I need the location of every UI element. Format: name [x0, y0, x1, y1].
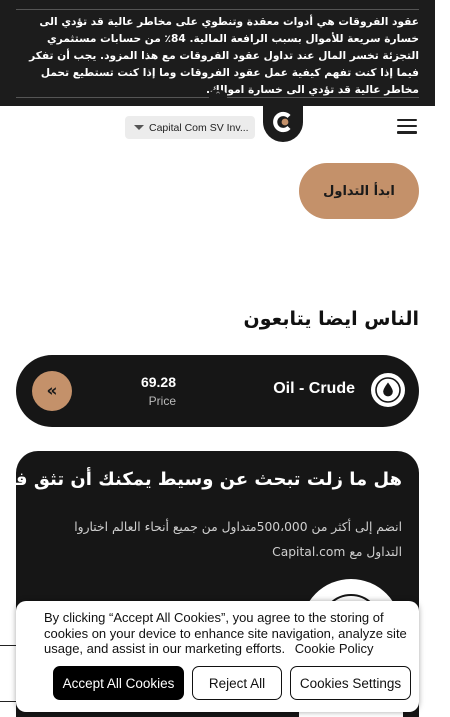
instrument-card[interactable]: Oil - Crude 69.28 Price «	[16, 355, 419, 427]
partial-element	[0, 645, 16, 702]
risk-warning-banner: عقود الفروقات هي أدوات معقدة وتنطوي على …	[0, 0, 435, 106]
entity-select-dropdown[interactable]: Capital Com SV Inv...	[125, 116, 255, 139]
cookie-button-group: Accept All Cookies Reject All Cookies Se…	[53, 666, 411, 700]
instrument-price: 69.28	[140, 374, 176, 390]
cookie-consent-text: By clicking “Accept All Cookies”, you ag…	[44, 610, 414, 657]
section-title: الناس ايضا يتابعون	[243, 308, 420, 330]
logo-mark-icon	[273, 111, 291, 133]
oil-drop-icon	[371, 373, 405, 407]
caret-down-icon	[134, 125, 144, 130]
cookies-settings-button[interactable]: Cookies Settings	[290, 666, 411, 700]
entity-select-value: Capital Com SV Inv...	[149, 121, 249, 134]
instrument-name: Oil - Crude	[273, 380, 355, 397]
broker-card-title: هل ما زلت تبحث عن وسيط يمكنك أن تثق فيه؟	[16, 469, 402, 490]
capital-com-logo[interactable]	[263, 102, 303, 142]
double-chevron-left-icon[interactable]: «	[32, 371, 72, 411]
double-chevron-up-icon[interactable]: ⌃	[209, 90, 227, 104]
cookie-consent-banner: By clicking “Accept All Cookies”, you ag…	[16, 601, 419, 712]
start-trading-button[interactable]: ابدأ التداول	[299, 163, 419, 219]
hamburger-menu-icon[interactable]	[397, 119, 417, 135]
cookie-policy-link[interactable]: Cookie Policy	[295, 641, 374, 656]
site-header: Capital Com SV Inv...	[0, 102, 435, 150]
accept-all-cookies-button[interactable]: Accept All Cookies	[53, 666, 184, 700]
broker-card-description: انضم إلى أكثر من 500،000متداول من جميع أ…	[74, 520, 402, 559]
risk-warning-text: عقود الفروقات هي أدوات معقدة وتنطوي على …	[29, 16, 419, 96]
reject-all-button[interactable]: Reject All	[192, 666, 282, 700]
divider	[16, 9, 419, 10]
instrument-price-label: Price	[148, 394, 176, 408]
